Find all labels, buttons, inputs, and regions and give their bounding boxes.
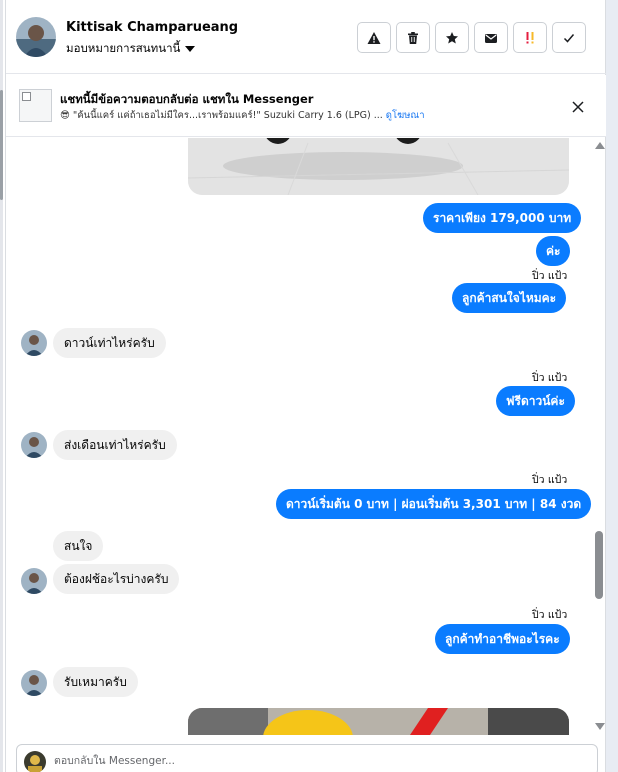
scroll-up-arrow-icon[interactable] [595,142,605,149]
star-icon [446,31,458,43]
mark-spam-button[interactable] [357,22,391,53]
conversation-header: Kittisak Champarueang มอบหมายการสนทนานี้ [6,0,606,74]
scrollbar-thumb[interactable] [595,531,603,599]
contact-avatar[interactable] [16,17,56,57]
banner-subtitle: 😎 "ค้นนี้แคร์ แค่ถ้าเธอไม่มีใคร...เราพร้… [60,108,425,123]
contact-avatar-small[interactable] [21,568,47,594]
chat-scrollbar[interactable] [592,138,606,735]
sender-name: ปิ่ว แป้ว [532,609,568,621]
contact-avatar-small[interactable] [21,432,47,458]
contact-name[interactable]: Kittisak Champarueang [66,20,238,35]
outer-scrollbar[interactable] [0,0,3,772]
message-outgoing[interactable]: ค่ะ [536,236,571,266]
messenger-reply-banner: แชทนี้มีข้อความตอบกลับต่อ แชทใน Messenge… [6,75,606,137]
reply-composer [16,744,598,772]
assign-label: มอบหมายการสนทนานี้ [66,41,181,55]
sender-name: ปิ่ว แป้ว [532,372,568,384]
scroll-down-arrow-icon[interactable] [595,723,605,730]
message-outgoing[interactable]: ลูกค้าสนใจไหมคะ [452,283,567,313]
page-avatar [24,751,46,772]
ad-description: "ค้นนี้แคร์ แค่ถ้าเธอไม่มีใคร...เราพร้อม… [69,110,386,121]
banner-title: แชทนี้มีข้อความตอบกลับต่อ แชทใน Messenge… [60,92,314,106]
close-icon [572,101,584,113]
message-outgoing[interactable]: ฟรีดาวน์ค่ะ [496,386,575,416]
photo-attachment[interactable] [188,708,569,735]
reply-input[interactable] [54,752,554,770]
message-incoming[interactable]: สนใจ [53,531,104,561]
broken-image-icon [22,92,31,101]
mark-important-button[interactable] [513,22,547,53]
message-outgoing[interactable]: ลูกค้าทำอาชีพอะไรคะ [435,624,570,654]
important-icon [526,31,534,43]
conversation-actions [357,22,586,53]
warning-icon [367,31,381,44]
star-button[interactable] [435,22,469,53]
view-ad-link[interactable]: ดูโฆษณา [386,110,425,121]
message-incoming[interactable]: ส่งเดือนเท่าไหร่ครับ [53,430,177,460]
outer-scrollbar-thumb[interactable] [0,90,3,200]
message-incoming[interactable]: รับเหมาครับ [53,667,138,697]
message-outgoing[interactable]: ราคาเพียง 179,000 บาท [423,203,582,233]
mark-done-button[interactable] [552,22,586,53]
car-photo-attachment[interactable] [188,138,569,195]
ad-thumbnail[interactable] [19,89,52,122]
chevron-down-icon [185,46,196,52]
contact-avatar-small[interactable] [21,670,47,696]
mail-icon [485,33,497,43]
contact-avatar-small[interactable] [21,330,47,356]
sender-name: ปิ่ว แป้ว [532,270,568,282]
message-list[interactable]: ราคาเพียง 179,000 บาท ค่ะ ปิ่ว แป้ว ลูกค… [6,138,606,735]
sunglasses-emoji: 😎 [60,110,70,121]
sender-name: ปิ่ว แป้ว [532,474,568,486]
close-banner-button[interactable] [566,95,590,119]
delete-button[interactable] [396,22,430,53]
mark-unread-button[interactable] [474,22,508,53]
conversation-panel: Kittisak Champarueang มอบหมายการสนทนานี้ [5,0,606,772]
message-incoming[interactable]: ต้องฝช้อะไรบ่างครับ [53,564,180,594]
message-outgoing[interactable]: ดาวน์เริ่มต้น 0 บาท | ผ่อนเริ่มต้น 3,301… [276,489,592,519]
page-edge [606,0,618,772]
check-icon [563,33,575,43]
message-incoming[interactable]: ดาวน์เท่าไหร่ครับ [53,328,166,358]
trash-icon [408,31,418,44]
assign-conversation-dropdown[interactable]: มอบหมายการสนทนานี้ [66,40,196,58]
